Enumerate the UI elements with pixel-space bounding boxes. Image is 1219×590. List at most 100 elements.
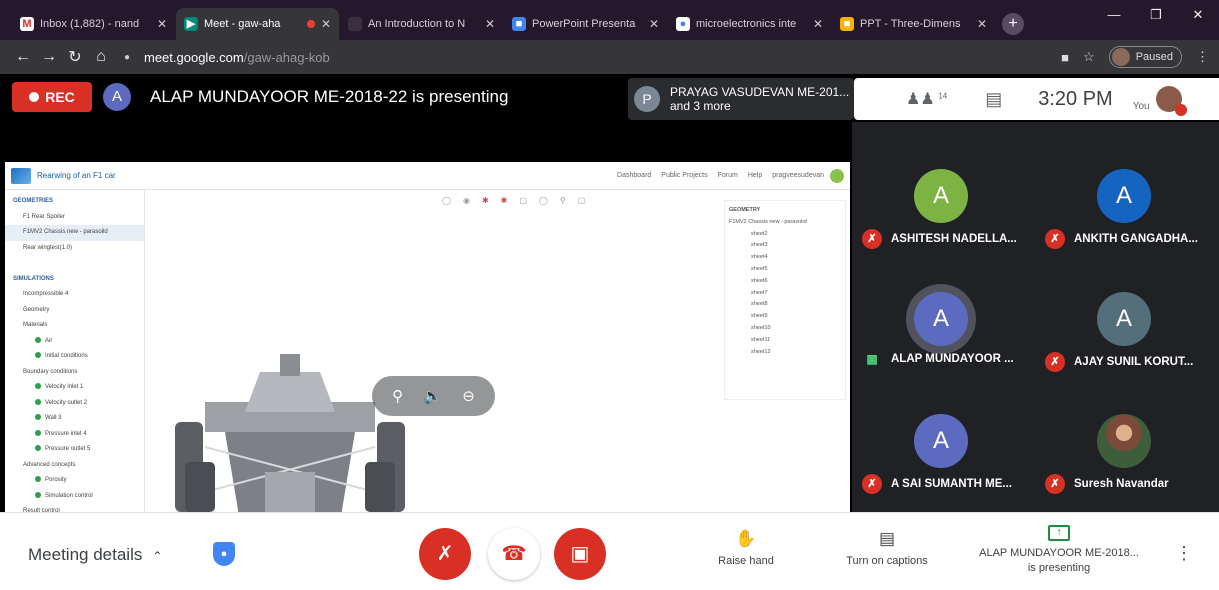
- tab-5[interactable]: ● microelectronics inte ✕: [668, 8, 831, 40]
- geometry-sheet-item[interactable]: sheet8: [729, 299, 841, 311]
- geometry-sheet-item[interactable]: sheet12: [729, 347, 841, 359]
- close-tab-icon[interactable]: ✕: [321, 17, 331, 31]
- tree-row[interactable]: Pressure inlet 4: [5, 427, 144, 443]
- view-tool-icon[interactable]: ▢: [519, 196, 527, 205]
- close-tab-icon[interactable]: ✕: [157, 17, 167, 31]
- address-bar[interactable]: ● meet.google.com/gaw-ahag-kob: [124, 45, 1061, 69]
- presenting-line2: is presenting: [1027, 562, 1091, 574]
- participant-tile[interactable]: A ▩ ALAP MUNDAYOOR ...: [852, 262, 1035, 377]
- geometry-sheet-item[interactable]: sheet5: [729, 264, 841, 276]
- view-tool-icon[interactable]: ◉: [463, 196, 470, 205]
- tree-row[interactable]: SIMULATIONS: [5, 272, 144, 288]
- home-icon[interactable]: ⌂: [88, 48, 114, 66]
- close-tab-icon[interactable]: ✕: [813, 17, 823, 31]
- forward-icon[interactable]: →: [36, 48, 62, 66]
- participant-tile[interactable]: A ✗ AJAY SUNIL KORUT...: [1035, 262, 1218, 377]
- participant-tile[interactable]: A ✗ A SAI SUMANTH ME...: [852, 384, 1035, 499]
- close-window-icon[interactable]: ✕: [1177, 0, 1219, 30]
- app-nav-item[interactable]: pragveesudevan: [772, 172, 824, 179]
- tree-row[interactable]: F1MV2 Chassis new - parasolid: [5, 225, 144, 241]
- geometry-sheet-item[interactable]: sheet10: [729, 323, 841, 335]
- view-tool-icon[interactable]: ✱: [501, 196, 508, 205]
- app-nav-item[interactable]: Help: [748, 172, 762, 179]
- close-tab-icon[interactable]: ✕: [485, 17, 495, 31]
- app-nav-item[interactable]: Public Projects: [661, 172, 707, 179]
- captions-button[interactable]: ▤ Turn on captions: [834, 529, 940, 567]
- close-tab-icon[interactable]: ✕: [977, 17, 987, 31]
- bookmark-star-icon[interactable]: ☆: [1083, 49, 1095, 65]
- participant-tile[interactable]: A ✗ ANKITH GANGADHA...: [1035, 139, 1218, 254]
- camera-toggle-button[interactable]: ▣: [554, 528, 606, 580]
- back-icon[interactable]: ←: [10, 48, 36, 66]
- presenting-button[interactable]: ↑ ALAP MUNDAYOOR ME-2018... is presentin…: [964, 525, 1154, 574]
- tree-row[interactable]: Porosity: [5, 473, 144, 489]
- self-avatar[interactable]: [1155, 86, 1187, 116]
- reload-icon[interactable]: ↻: [62, 47, 88, 67]
- meeting-details-button[interactable]: Meeting details ⌃: [28, 545, 162, 565]
- profile-button[interactable]: Paused: [1108, 46, 1182, 68]
- chat-icon[interactable]: ▤: [985, 89, 1002, 110]
- close-tab-icon[interactable]: ✕: [649, 17, 659, 31]
- browser-toolbar: ← → ↻ ⌂ ● meet.google.com/gaw-ahag-kob ■…: [0, 40, 1219, 74]
- geometry-sheet-item[interactable]: sheet9: [729, 311, 841, 323]
- hang-up-icon: ☎: [501, 543, 527, 565]
- leave-call-button[interactable]: ☎: [488, 528, 540, 580]
- tree-row[interactable]: Wall 3: [5, 411, 144, 427]
- camera-icon[interactable]: ■: [1061, 50, 1069, 65]
- window-controls: — ❐ ✕: [1093, 0, 1219, 30]
- tree-row[interactable]: Materials: [5, 318, 144, 334]
- geometry-sheet-item[interactable]: sheet2: [729, 229, 841, 241]
- other-presenters-chip[interactable]: P PRAYAG VASUDEVAN ME-201... and 3 more: [628, 78, 854, 120]
- tree-row[interactable]: F1 Rear Spoiler: [5, 210, 144, 226]
- tree-row[interactable]: Advanced concepts: [5, 458, 144, 474]
- browser-menu-icon[interactable]: ⋮: [1196, 49, 1209, 65]
- geometry-sheet-item[interactable]: sheet4: [729, 252, 841, 264]
- geometry-sheet-item[interactable]: sheet3: [729, 240, 841, 252]
- tree-row[interactable]: Simulation control: [5, 489, 144, 505]
- view-tool-icon[interactable]: ✱: [482, 196, 489, 205]
- volume-icon[interactable]: 🔈: [423, 387, 442, 405]
- geometry-sheet-item[interactable]: sheet11: [729, 335, 841, 347]
- tab-2[interactable]: ▶ Meet - gaw-aha ✕: [176, 8, 339, 40]
- minimize-icon[interactable]: —: [1093, 0, 1135, 30]
- host-controls-shield-icon[interactable]: ●: [213, 542, 235, 566]
- tab-4[interactable]: ■ PowerPoint Presenta ✕: [504, 8, 667, 40]
- meet-top-bar: REC A ALAP MUNDAYOOR ME-2018-22 is prese…: [0, 74, 1219, 122]
- captions-icon: ▤: [878, 529, 896, 548]
- tree-row[interactable]: GEOMETRIES: [5, 194, 144, 210]
- tree-row[interactable]: Rear wingtest(1.0): [5, 241, 144, 257]
- participant-avatar: A: [914, 292, 968, 346]
- geometry-sheet-item[interactable]: sheet6: [729, 276, 841, 288]
- more-options-icon[interactable]: ⋮: [1175, 543, 1193, 564]
- geometry-sheet-item[interactable]: sheet7: [729, 288, 841, 300]
- participant-avatar: A: [1097, 292, 1151, 346]
- tab-list: M Inbox (1,882) - nand ✕ ▶ Meet - gaw-aha…: [12, 8, 996, 40]
- tree-row[interactable]: Pressure outlet 5: [5, 442, 144, 458]
- url-host: meet.google.com: [144, 49, 244, 65]
- view-tool-icon[interactable]: ◯: [539, 196, 548, 205]
- participant-tile[interactable]: ✗ Suresh Navandar: [1035, 384, 1218, 499]
- tree-row[interactable]: Air: [5, 334, 144, 350]
- zoom-icon[interactable]: ⚲: [560, 196, 566, 205]
- view-tool-icon[interactable]: ▢: [578, 196, 586, 205]
- tree-row[interactable]: Boundary conditions: [5, 365, 144, 381]
- tree-row[interactable]: Velocity inlet 1: [5, 380, 144, 396]
- new-tab-button[interactable]: +: [1002, 13, 1024, 35]
- tree-row[interactable]: Initial conditions: [5, 349, 144, 365]
- maximize-icon[interactable]: ❐: [1135, 0, 1177, 30]
- tree-row[interactable]: Velocity outlet 2: [5, 396, 144, 412]
- remove-icon[interactable]: ⊖: [462, 387, 475, 405]
- tab-6[interactable]: ■ PPT - Three-Dimens ✕: [832, 8, 995, 40]
- microphone-toggle-button[interactable]: ✗: [419, 528, 471, 580]
- raise-hand-button[interactable]: ✋ Raise hand: [708, 529, 784, 567]
- pin-icon[interactable]: ⚲: [392, 387, 403, 405]
- view-tool-icon[interactable]: ◯: [442, 196, 451, 205]
- app-nav-item[interactable]: Dashboard: [617, 172, 651, 179]
- tab-1[interactable]: M Inbox (1,882) - nand ✕: [12, 8, 175, 40]
- tab-3[interactable]: An Introduction to N ✕: [340, 8, 503, 40]
- tree-row[interactable]: Incompressible 4: [5, 287, 144, 303]
- people-button[interactable]: ♟♟ 14: [906, 89, 947, 109]
- tree-row[interactable]: Geometry: [5, 303, 144, 319]
- app-nav-item[interactable]: Forum: [718, 172, 738, 179]
- participant-tile[interactable]: A ✗ ASHITESH NADELLA...: [852, 139, 1035, 254]
